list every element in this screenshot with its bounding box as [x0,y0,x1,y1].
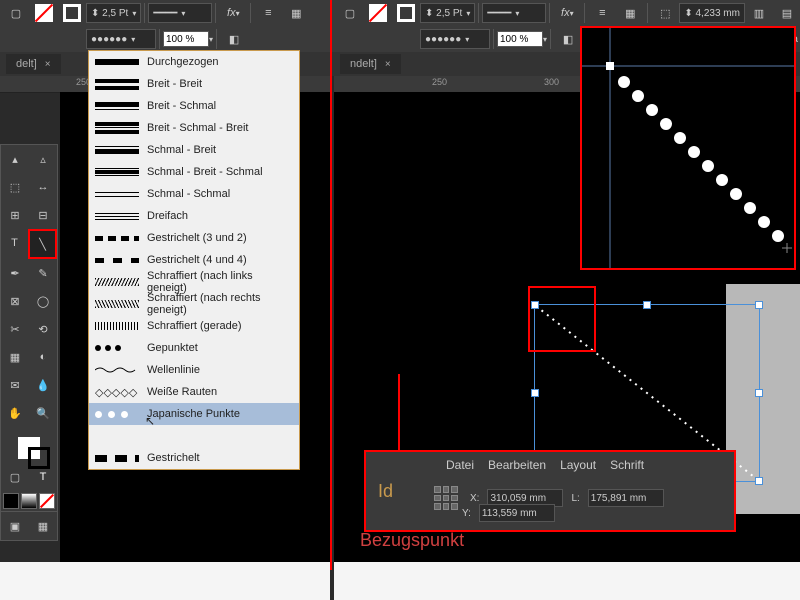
eyedropper-tool[interactable]: 💧 [29,371,57,399]
control-panel-detail: Id Datei Bearbeiten Layout Schrift X: L:… [364,450,736,532]
content-collector-tool[interactable]: ⊞ [1,201,29,229]
menu-schrift[interactable]: Schrift [610,458,644,472]
zoom-detail [580,26,796,270]
paragraph-icon[interactable]: ≡ [256,1,280,25]
l-input[interactable] [588,489,664,507]
stroke-style-option[interactable]: Schraffiert (nach links geneigt) [89,271,299,293]
fill-swatch[interactable] [366,1,390,25]
annotation-arrow [398,374,400,450]
menu-bearbeiten[interactable]: Bearbeiten [488,458,546,472]
distribute-icon[interactable]: ▤ [775,1,799,25]
app-logo: Id [378,481,393,502]
pasteboard-right [334,562,800,600]
stroke-style-option[interactable]: Gepunktet [89,337,299,359]
pen-tool[interactable]: ✒ [1,259,29,287]
apply-gradient[interactable] [21,493,37,509]
document-tab[interactable]: delt]× [6,54,61,74]
close-icon[interactable]: × [385,59,391,70]
stroke-swatch[interactable] [60,1,84,25]
stroke-weight-dropdown[interactable]: ⬍ 2,5 Pt▾ [420,3,475,23]
x-label: X: [470,493,479,504]
document-tab[interactable]: ndelt]× [340,54,401,74]
close-icon[interactable]: × [45,59,51,70]
text-wrap-icon[interactable]: ▦ [618,1,642,25]
stroke-style-option[interactable]: Schmal - Breit - Schmal [89,161,299,183]
paragraph-icon[interactable]: ≡ [590,1,614,25]
annotation-box [528,286,596,352]
stroke-style-option[interactable] [89,425,299,447]
stroke-style-dropdown-2[interactable]: ●●●●●●▾ [420,29,490,49]
annotation-divider [330,0,332,570]
note-tool[interactable]: ✉ [1,371,29,399]
y-input[interactable] [479,504,555,522]
ellipse-tool[interactable]: ◯ [29,287,57,315]
direct-selection-tool[interactable]: ▵ [29,145,57,173]
fx-dropdown[interactable]: fx▾ [221,1,245,25]
apply-icon[interactable]: ▢ [338,1,362,25]
opacity-icon[interactable]: ◧ [556,27,580,51]
annotation-label: Bezugspunkt [360,530,464,551]
opacity-input[interactable]: 100 % [163,31,209,47]
stroke-style-option[interactable]: Gestrichelt (4 und 4) [89,249,299,271]
selection-tool[interactable]: ▴ [1,145,29,173]
stroke-style-option[interactable]: Breit - Breit [89,73,299,95]
pencil-tool[interactable]: ✎ [29,259,57,287]
stroke-style-option[interactable]: Gestrichelt (3 und 2) [89,227,299,249]
stroke-style-option[interactable]: Gestrichelt [89,447,299,469]
transform-width[interactable]: ⬍ 4,233 mm [679,3,745,23]
stroke-style-dropdown[interactable]: ━━━━▾ [482,3,546,23]
stroke-style-option[interactable]: Schraffiert (nach rechts geneigt) [89,293,299,315]
fill-swatch[interactable] [32,1,56,25]
apply-color[interactable] [3,493,19,509]
content-placer-tool[interactable]: ⊟ [29,201,57,229]
page-tool[interactable]: ⬚ [1,173,29,201]
opacity-input[interactable]: 100 % [497,31,543,47]
bbox-icon[interactable]: ⬚ [653,1,677,25]
rectangle-frame-tool[interactable]: ⊠ [1,287,29,315]
stroke-style-option[interactable]: Wellenlinie [89,359,299,381]
gradient-swatch-tool[interactable]: ▦ [1,343,29,371]
gap-tool[interactable]: ↔ [29,173,57,201]
stroke-style-option[interactable]: Schmal - Schmal [89,183,299,205]
fx-dropdown[interactable]: fx▾ [555,1,579,25]
y-label: Y: [462,508,471,519]
menu-datei[interactable]: Datei [446,458,474,472]
apply-icon[interactable]: ▢ [4,1,28,25]
view-mode-normal[interactable]: ▣ [1,512,29,540]
reference-point-grid[interactable] [434,486,458,510]
stroke-style-dropdown[interactable]: ━━━━▾ [148,3,212,23]
stroke-style-dropdown-2[interactable]: ●●●●●●▾ [86,29,156,49]
stroke-style-option[interactable]: Schraffiert (gerade) [89,315,299,337]
stroke-style-option[interactable]: Breit - Schmal [89,95,299,117]
stroke-style-option[interactable]: Dreifach [89,205,299,227]
line-tool[interactable]: ╲ [28,229,57,259]
view-mode-preview[interactable]: ▦ [29,512,57,540]
stroke-style-option[interactable]: Breit - Schmal - Breit [89,117,299,139]
stroke-style-option[interactable]: ◇◇◇◇◇Weiße Rauten [89,381,299,403]
opacity-icon[interactable]: ◧ [222,27,246,51]
align-icon[interactable]: ▥ [747,1,771,25]
l-label: L: [571,493,579,504]
stroke-style-option[interactable]: Durchgezogen [89,51,299,73]
scissors-tool[interactable]: ✂ [1,315,29,343]
stroke-style-option[interactable]: Schmal - Breit [89,139,299,161]
pasteboard-left [0,562,330,600]
stroke-swatch[interactable] [394,1,418,25]
formatting-container-icon[interactable]: ▢ [1,463,29,491]
hand-tool[interactable]: ✋ [1,399,29,427]
gradient-feather-tool[interactable]: ◐ [29,343,57,371]
fill-stroke-swatch[interactable] [18,437,40,459]
stroke-style-option[interactable]: Japanische Punkte↖ [89,403,299,425]
text-wrap-icon[interactable]: ▦ [284,1,308,25]
apply-none[interactable] [39,493,55,509]
stroke-weight-dropdown[interactable]: ⬍ 2,5 Pt▾ [86,3,141,23]
transform-tool[interactable]: ⟲ [29,315,57,343]
tools-panel: ▴▵ ⬚↔ ⊞⊟ T╲ ✒✎ ⊠◯ ✂⟲ ▦◐ ✉💧 ✋🔍 ▢T ▣▦ [0,144,58,541]
type-tool[interactable]: T [1,229,28,257]
stroke-style-menu: DurchgezogenBreit - BreitBreit - SchmalB… [88,50,300,470]
menu-layout[interactable]: Layout [560,458,596,472]
zoom-tool[interactable]: 🔍 [29,399,57,427]
